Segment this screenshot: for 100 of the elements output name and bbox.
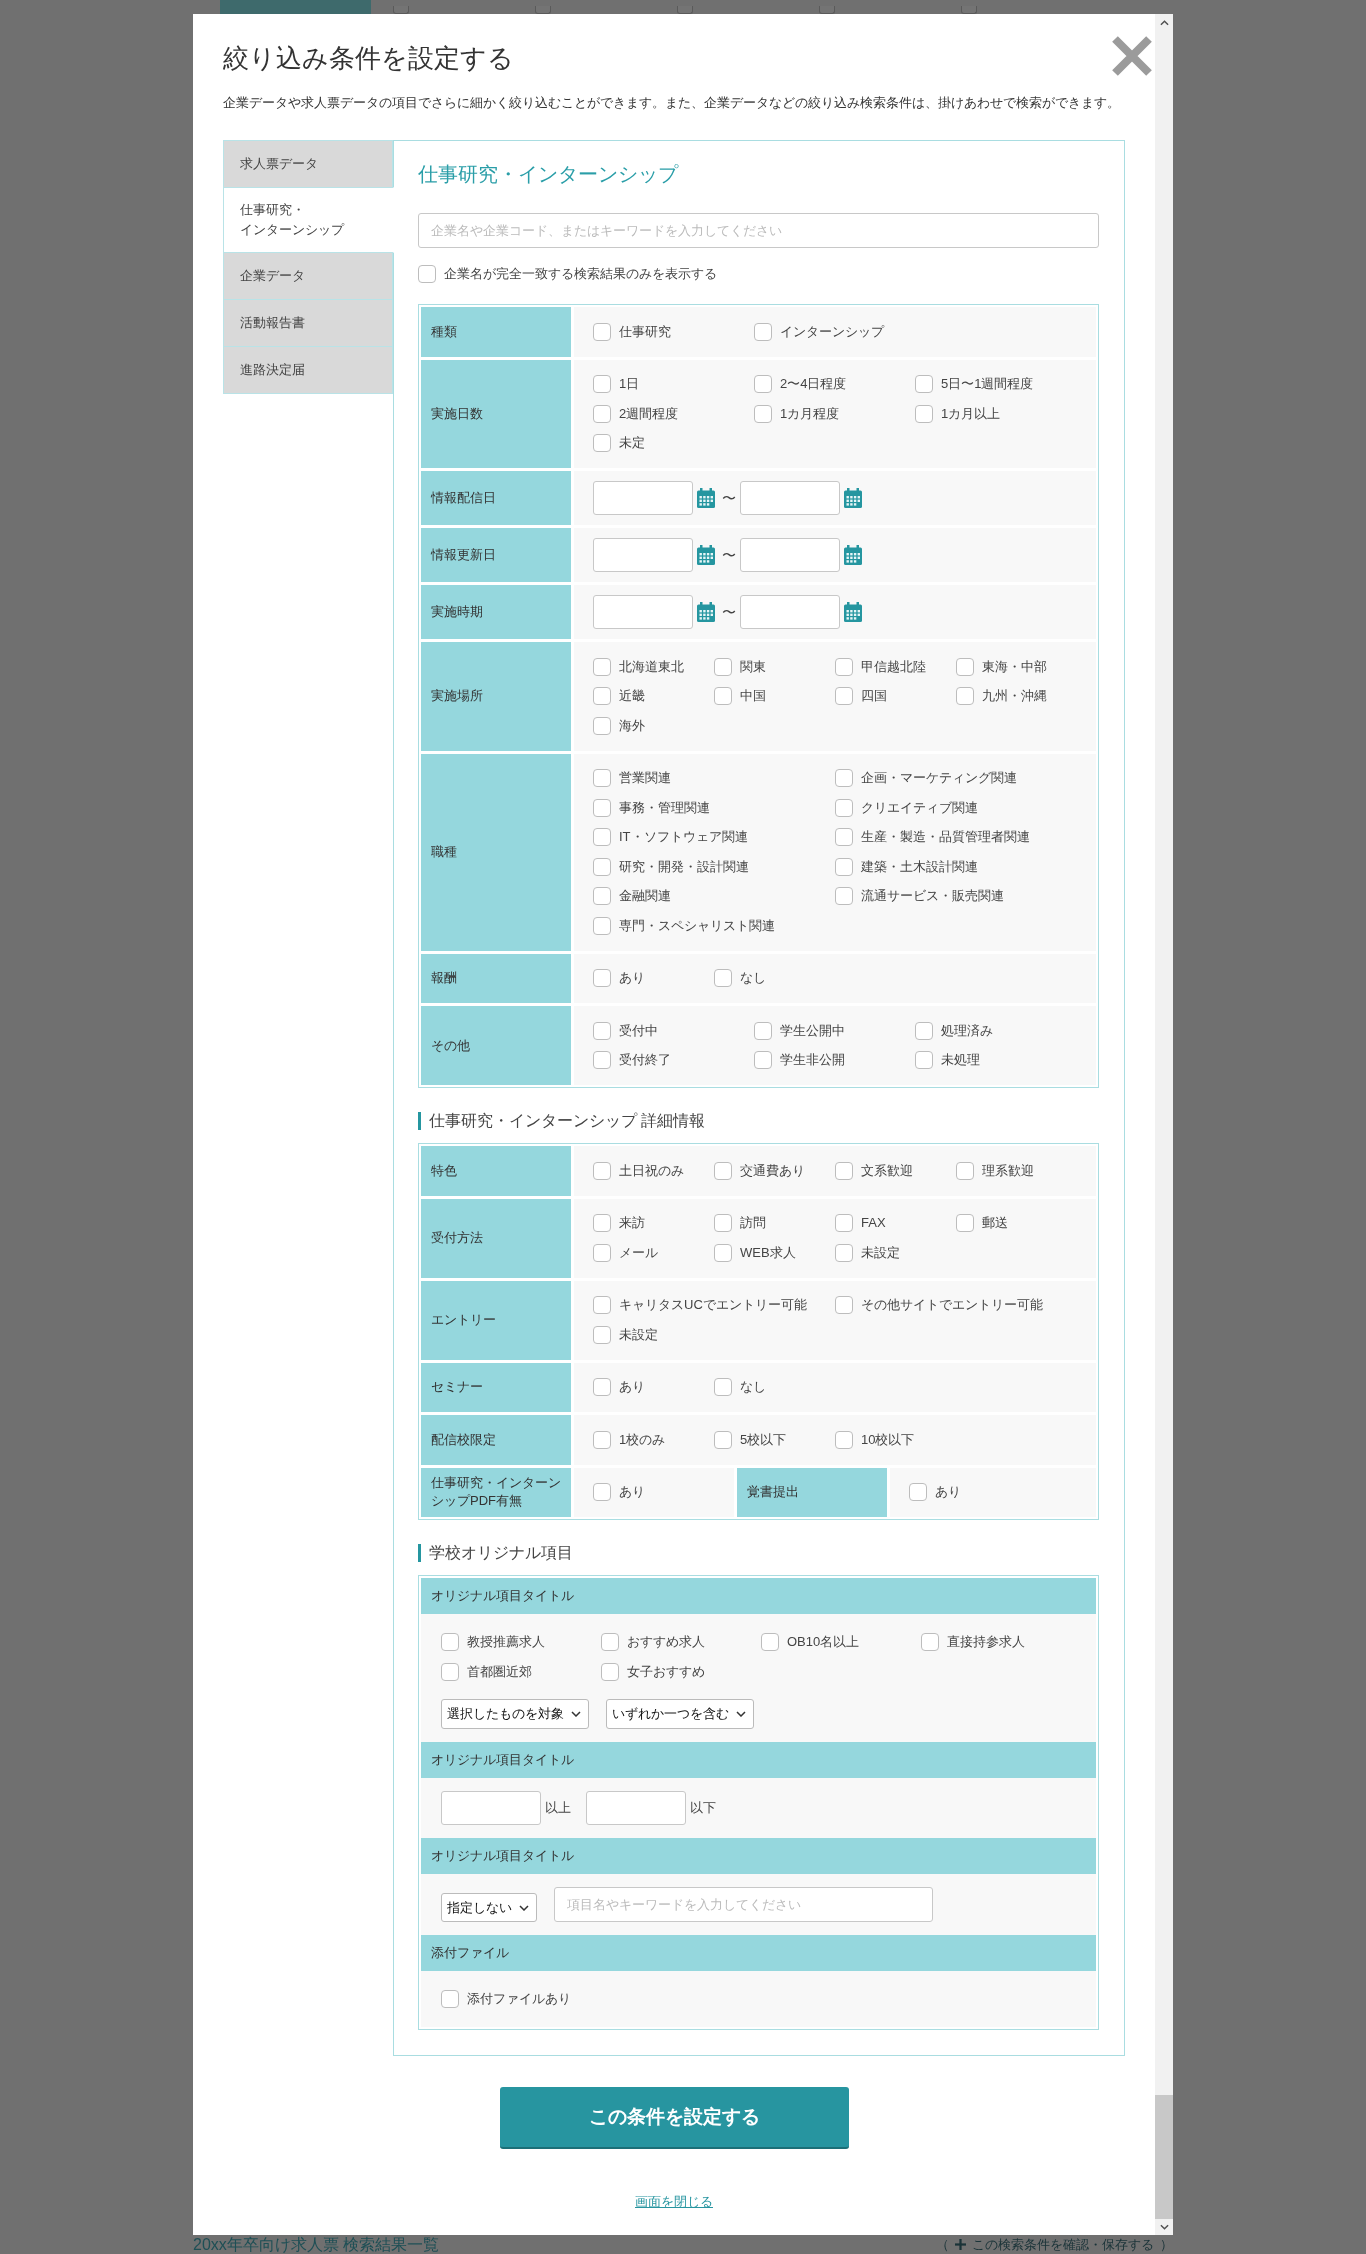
scrollbar-thumb[interactable]	[1155, 2095, 1173, 2219]
checkbox-label: 10校以下	[861, 1430, 915, 1449]
checkbox[interactable]	[593, 1243, 611, 1262]
close-link[interactable]: 画面を閉じる	[635, 2194, 713, 2209]
checkbox[interactable]	[835, 1214, 853, 1233]
checkbox[interactable]	[754, 1021, 772, 1040]
checkbox[interactable]	[593, 657, 611, 676]
checkbox[interactable]	[714, 1430, 732, 1449]
checkbox[interactable]	[441, 1990, 459, 2008]
calendar-icon[interactable]	[843, 545, 863, 565]
number-field[interactable]	[586, 1791, 686, 1825]
checkbox[interactable]	[956, 1214, 974, 1233]
checkbox[interactable]	[714, 1378, 732, 1397]
checkbox[interactable]	[835, 657, 853, 676]
checkbox[interactable]	[835, 769, 853, 788]
checkbox[interactable]	[835, 887, 853, 906]
checkbox[interactable]	[915, 1021, 933, 1040]
checkbox[interactable]	[441, 1633, 459, 1651]
plus-icon	[955, 2239, 966, 2250]
checkbox[interactable]	[593, 1296, 611, 1315]
checkbox[interactable]	[835, 798, 853, 817]
number-field[interactable]	[441, 1791, 541, 1825]
checkbox[interactable]	[835, 1430, 853, 1449]
checkbox[interactable]	[593, 857, 611, 876]
date-field[interactable]	[740, 481, 840, 515]
checkbox[interactable]	[714, 969, 732, 988]
checkbox[interactable]	[956, 687, 974, 706]
checkbox[interactable]	[754, 375, 772, 394]
checkbox[interactable]	[441, 1663, 459, 1681]
checkbox[interactable]	[593, 916, 611, 935]
calendar-icon[interactable]	[696, 488, 716, 508]
checkbox[interactable]	[593, 887, 611, 906]
checkbox[interactable]	[593, 375, 611, 394]
checkbox[interactable]	[714, 1214, 732, 1233]
dropdown[interactable]: 選択したものを対象	[441, 1699, 589, 1729]
checkbox[interactable]	[835, 857, 853, 876]
sidebar-tab[interactable]: 進路決定届	[223, 346, 393, 394]
checkbox[interactable]	[593, 798, 611, 817]
checkbox[interactable]	[761, 1633, 779, 1651]
chevron-down-icon[interactable]	[1159, 2224, 1169, 2230]
checkbox[interactable]	[754, 1051, 772, 1070]
checkbox[interactable]	[835, 1161, 853, 1180]
sidebar-tab[interactable]: 求人票データ	[223, 140, 393, 188]
checkbox[interactable]	[915, 404, 933, 423]
submit-button[interactable]: この条件を設定する	[499, 2087, 849, 2149]
checkbox[interactable]	[593, 828, 611, 847]
dropdown[interactable]: いずれか一つを含む	[606, 1699, 754, 1729]
date-field[interactable]	[593, 481, 693, 515]
checkbox[interactable]	[593, 1051, 611, 1070]
checkbox[interactable]	[601, 1633, 619, 1651]
checkbox[interactable]	[593, 434, 611, 453]
checkbox[interactable]	[835, 1243, 853, 1262]
checkbox[interactable]	[835, 828, 853, 847]
scrollbar-track[interactable]	[1155, 14, 1173, 2235]
checkbox[interactable]	[956, 1161, 974, 1180]
checkbox[interactable]	[593, 404, 611, 423]
checkbox[interactable]	[754, 404, 772, 423]
unit-label: 以下	[690, 1799, 716, 1817]
checkbox[interactable]	[915, 1051, 933, 1070]
checkbox[interactable]	[593, 969, 611, 988]
checkbox[interactable]	[714, 657, 732, 676]
checkbox[interactable]	[418, 265, 436, 283]
calendar-icon[interactable]	[843, 488, 863, 508]
checkbox[interactable]	[714, 1161, 732, 1180]
checkbox[interactable]	[593, 687, 611, 706]
checkbox[interactable]	[593, 1378, 611, 1397]
checkbox[interactable]	[593, 716, 611, 735]
checkbox[interactable]	[754, 322, 772, 341]
chevron-up-icon[interactable]	[1159, 20, 1169, 26]
close-icon[interactable]	[1111, 35, 1153, 77]
checkbox[interactable]	[593, 1021, 611, 1040]
checkbox-label: 学生非公開	[780, 1051, 845, 1070]
checkbox[interactable]	[593, 1325, 611, 1344]
checkbox[interactable]	[593, 1214, 611, 1233]
checkbox[interactable]	[593, 1430, 611, 1449]
checkbox[interactable]	[835, 1296, 853, 1315]
calendar-icon[interactable]	[843, 602, 863, 622]
date-field[interactable]	[593, 538, 693, 572]
sidebar-tab[interactable]: 仕事研究・インターンシップ	[223, 187, 394, 253]
checkbox[interactable]	[593, 322, 611, 341]
calendar-icon[interactable]	[696, 602, 716, 622]
checkbox[interactable]	[593, 1161, 611, 1180]
checkbox[interactable]	[921, 1633, 939, 1651]
checkbox[interactable]	[915, 375, 933, 394]
row-label: 実施時期	[421, 585, 571, 639]
checkbox[interactable]	[714, 687, 732, 706]
checkbox[interactable]	[601, 1663, 619, 1681]
checkbox[interactable]	[714, 1243, 732, 1262]
date-field[interactable]	[593, 595, 693, 629]
date-field[interactable]	[740, 538, 840, 572]
checkbox[interactable]	[909, 1483, 927, 1502]
dropdown[interactable]: 指定しない	[441, 1893, 537, 1922]
calendar-icon[interactable]	[696, 545, 716, 565]
sidebar-tab[interactable]: 企業データ	[223, 252, 393, 300]
checkbox[interactable]	[956, 657, 974, 676]
date-field[interactable]	[740, 595, 840, 629]
checkbox[interactable]	[835, 687, 853, 706]
sidebar-tab[interactable]: 活動報告書	[223, 299, 393, 347]
checkbox[interactable]	[593, 1483, 611, 1502]
checkbox[interactable]	[593, 769, 611, 788]
